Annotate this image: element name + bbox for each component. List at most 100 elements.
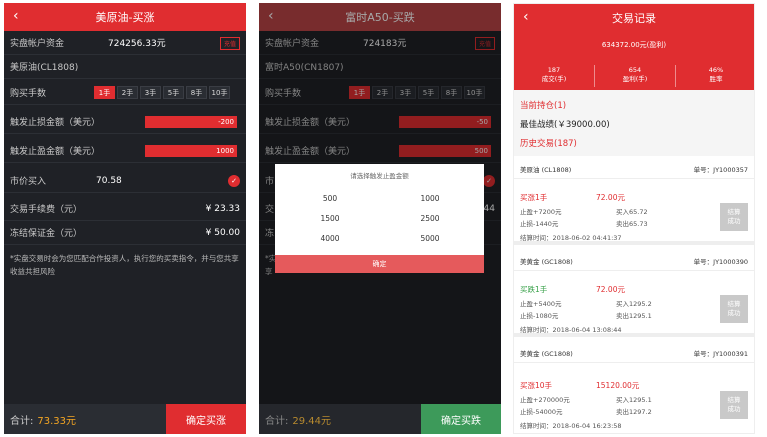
record-stoploss: 止损-1440元 (520, 220, 559, 228)
lot-option[interactable]: 1手 (94, 86, 115, 99)
stat-label: 成交(手) (541, 75, 567, 83)
record-direction: 买涨10手 (520, 381, 553, 390)
dialog-confirm-button[interactable]: 确定 (275, 255, 484, 273)
recharge-button[interactable]: 充值 (219, 37, 240, 50)
dialog-option[interactable]: 2500 (400, 214, 460, 223)
account-funds-label: 实盘帐户资金 (10, 39, 65, 49)
stat-win-rate: 46% 胜率 (676, 66, 754, 84)
settled-badge: 结算 成功 (720, 391, 748, 419)
header: ‹ 美原油-买涨 (4, 3, 246, 31)
lot-option[interactable]: 3手 (395, 86, 416, 99)
lot-option[interactable]: 1手 (349, 86, 370, 99)
settled-badge: 结算 成功 (720, 203, 748, 231)
best-record: 最佳战绩(￥39000.00) (520, 120, 610, 130)
lot-option[interactable]: 5手 (163, 86, 184, 99)
trade-record-card[interactable]: 美黄金 (GC1808) 单号：JY1000390 买跌1手 72.00元 止盈… (514, 251, 754, 337)
record-direction: 买跌1手 (520, 285, 548, 294)
record-id: 单号：JY1000391 (693, 349, 748, 358)
dialog-option[interactable]: 500 (300, 194, 360, 203)
stoploss-label: 触发止损金额（美元） (10, 118, 101, 128)
market-buy-label: 市价买入 (10, 177, 47, 187)
record-time: 结算时间：2018-06-04 13:08:44 (520, 326, 622, 334)
stoploss-row: 触发止损金额（美元） -200 (4, 110, 246, 134)
fee-label-partial: 交 (265, 205, 275, 215)
record-header: 美黄金 (GC1808) 单号：JY1000391 (514, 343, 754, 363)
takeprofit-label: 触发止盈金额（美元） (10, 147, 101, 157)
stat-label: 胜率 (709, 75, 723, 83)
current-holding-link[interactable]: 当前持仓(1) (520, 99, 566, 111)
fee-row: 交易手续费（元） ¥ 23.33 (4, 197, 246, 221)
lot-option[interactable]: 8手 (186, 86, 207, 99)
record-stoploss: 止损-1080元 (520, 312, 559, 320)
dialog-option[interactable]: 1500 (300, 214, 360, 223)
lots-row: 购买手数 1手 2手 3手 5手 8手 10手 (4, 81, 246, 105)
record-header: 美原油 (CL1808) 单号：JY1000357 (514, 159, 754, 179)
record-time: 结算时间：2018-06-04 16:23:58 (520, 422, 622, 430)
back-arrow-icon[interactable]: ‹ (523, 9, 529, 25)
record-product: 美黄金 (GC1808) (520, 349, 573, 358)
record-buy: 买入65.72 (616, 208, 648, 216)
fee-value: ¥ 23.33 (205, 203, 240, 214)
record-direction: 买涨1手 (520, 193, 548, 202)
lot-option[interactable]: 3手 (140, 86, 161, 99)
footer: 合计: 73.33元 确定买涨 (4, 404, 246, 434)
trade-record-card[interactable]: 美原油 (CL1808) 单号：JY1000357 买涨1手 72.00元 止盈… (514, 159, 754, 245)
record-sell: 卖出1295.1 (616, 312, 652, 320)
lot-option[interactable]: 5手 (418, 86, 439, 99)
margin-label: 冻结保证金（元） (10, 229, 83, 239)
margin-row: 冻结保证金（元） ¥ 50.00 (4, 221, 246, 245)
market-buy-row: 市价买入 70.58 ✓ (4, 169, 246, 193)
total-label: 合计: (10, 415, 34, 427)
stat-trades: 187 成交(手) (514, 66, 594, 84)
lots-label: 购买手数 (265, 89, 302, 99)
total: 合计: 73.33元 (10, 412, 76, 427)
record-takeprofit: 止盈+5400元 (520, 300, 562, 308)
trade-record-card[interactable]: 美黄金 (GC1808) 单号：JY1000391 买涨10手 15120.00… (514, 343, 754, 433)
dialog-option[interactable]: 5000 (400, 234, 460, 243)
takeprofit-dialog: 请选择触发止盈金额 500 1000 1500 2500 4000 5000 确… (275, 164, 484, 273)
check-icon[interactable]: ✓ (228, 175, 240, 187)
total: 合计: 29.44元 (265, 412, 331, 427)
lot-option[interactable]: 2手 (372, 86, 393, 99)
summary-section: 634372.00元(盈利) 187 成交(手) 654 盈利(手) 46% 胜… (514, 32, 754, 90)
record-buy: 买入1295.2 (616, 300, 652, 308)
dialog-option[interactable]: 4000 (300, 234, 360, 243)
back-arrow-icon[interactable]: ‹ (13, 8, 19, 24)
margin-label-partial: 冻 (265, 229, 275, 239)
history-link[interactable]: 历史交易(187) (520, 137, 577, 149)
check-icon[interactable]: ✓ (483, 175, 495, 187)
stoploss-selector[interactable]: -200 (145, 116, 237, 128)
lot-option[interactable]: 2手 (117, 86, 138, 99)
takeprofit-selector[interactable]: 500 (399, 145, 491, 157)
lot-option[interactable]: 8手 (441, 86, 462, 99)
stoploss-label: 触发止损金额（美元） (265, 118, 356, 128)
record-product: 美原油 (CL1808) (520, 165, 572, 174)
record-time: 结算时间：2018-06-02 04:41:37 (520, 234, 622, 242)
buy-down-panel: ‹ 富时A50-买跌 实盘帐户资金 724183元 充值 富时A50(CN180… (259, 3, 501, 434)
dialog-option[interactable]: 1000 (400, 194, 460, 203)
back-arrow-icon[interactable]: ‹ (268, 8, 274, 24)
header: ‹ 富时A50-买跌 (259, 3, 501, 31)
recharge-button[interactable]: 充值 (474, 37, 495, 50)
fee-value-partial: 44 (483, 203, 495, 214)
stoploss-selector[interactable]: -50 (399, 116, 491, 128)
page-title: 美原油-买涨 (95, 11, 155, 24)
record-buy: 买入1295.1 (616, 396, 652, 404)
takeprofit-row: 触发止盈金额（美元） 500 (259, 139, 501, 163)
confirm-buy-up-button[interactable]: 确定买涨 (166, 404, 246, 434)
total-value: 73.33元 (37, 415, 77, 427)
trade-records-panel: ‹ 交易记录 634372.00元(盈利) 187 成交(手) 654 盈利(手… (513, 3, 755, 434)
takeprofit-selector[interactable]: 1000 (145, 145, 237, 157)
record-stoploss: 止损-54000元 (520, 408, 563, 416)
lot-option[interactable]: 10手 (209, 86, 230, 99)
confirm-buy-down-button[interactable]: 确定买跌 (421, 404, 501, 434)
takeprofit-row: 触发止盈金额（美元） 1000 (4, 139, 246, 163)
stat-value: 187 (547, 66, 561, 74)
record-id: 单号：JY1000390 (693, 257, 748, 266)
fee-label: 交易手续费（元） (10, 205, 83, 215)
lot-option[interactable]: 10手 (464, 86, 485, 99)
account-funds-row: 实盘帐户资金 724183元 充值 (259, 31, 501, 55)
market-price: 70.58 (96, 175, 122, 186)
product-row: 富时A50(CN1807) (259, 55, 501, 79)
stat-label: 盈利(手) (622, 75, 648, 83)
